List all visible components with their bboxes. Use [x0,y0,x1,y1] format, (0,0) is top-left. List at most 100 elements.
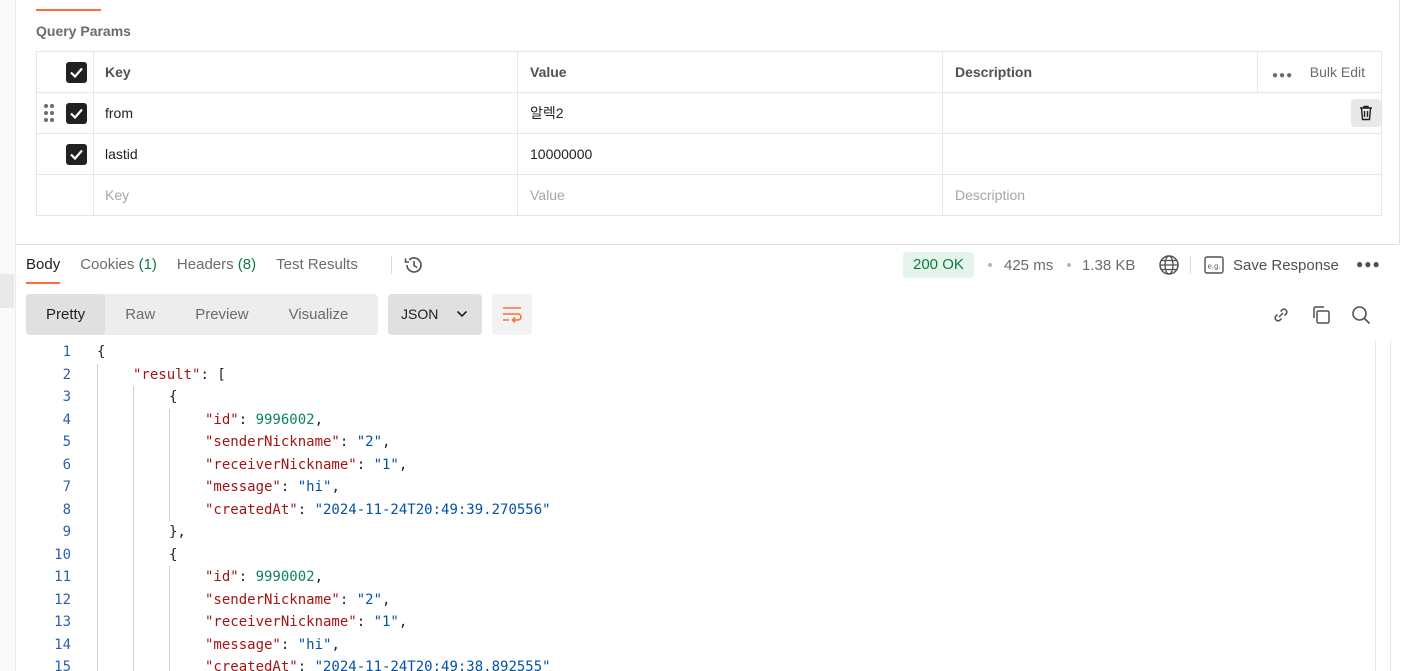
code-line: 13 "receiverNickname": "1", [26,611,551,634]
more-options-icon[interactable]: ●●● [1272,70,1293,81]
indent-guide [97,566,98,589]
code-line: 1{ [26,341,551,364]
link-icon[interactable] [1270,304,1292,326]
history-icon[interactable] [403,254,425,276]
drag-handle-icon[interactable] [44,104,54,123]
code-token: { [169,389,178,405]
response-body-code[interactable]: 1{2 "result": [3{4 "id": 9996002, 5 "senderN… [26,341,551,671]
header-value: Value [517,51,943,93]
code-line: 6 "receiverNickname": "1", [26,453,551,476]
indent-guide [169,656,170,671]
indent-guide [169,633,170,656]
param-check-cell-empty [36,174,94,216]
copy-icon[interactable] [1310,304,1332,326]
view-mode-raw[interactable]: Raw [105,294,175,335]
indent-guide [133,431,134,454]
param-checkbox[interactable] [66,103,87,124]
param-description-input[interactable] [942,133,1382,175]
indent-guide [133,408,134,431]
tab-label: Test Results [276,256,358,273]
code-token: : [280,636,298,653]
new-description-input[interactable]: Description [942,174,1382,216]
code-line: 11 "id": 9990002, [26,566,551,589]
indent-guide [97,633,98,656]
code-token: : [356,456,374,473]
view-mode-pretty[interactable]: Pretty [26,294,106,335]
code-token: "1" [373,456,399,473]
line-number: 8 [62,501,71,518]
globe-icon[interactable] [1158,254,1180,276]
code-token: , [382,434,391,450]
code-token: "receiverNickname" [205,456,357,473]
params-tab-indicator [36,9,101,11]
meta-separator-dot [1067,263,1071,267]
new-key-input[interactable]: Key [93,174,518,216]
section-divider [16,244,1399,245]
indent-guide [133,588,134,611]
param-value-input[interactable]: 알렉2 [517,92,943,134]
indent-guide [169,588,170,611]
response-time[interactable]: 425 ms [1004,257,1053,274]
tab-cookies[interactable]: Cookies (1) [80,256,157,284]
response-tabs: Body Cookies (1) Headers (8) Test Result… [26,256,358,284]
param-check-cell [36,92,94,134]
code-token: { [97,344,106,360]
view-mode-preview[interactable]: Preview [175,294,268,335]
code-token: "2" [356,591,383,608]
line-number: 10 [54,546,71,563]
tab-count: (8) [237,256,257,273]
param-description-input[interactable] [942,92,1382,134]
format-dropdown[interactable]: JSON [388,294,482,335]
code-line: 3{ [26,386,551,409]
tab-body[interactable]: Body [26,256,61,284]
delete-param-button[interactable] [1351,99,1381,127]
indent-guide [169,476,170,499]
response-size[interactable]: 1.38 KB [1082,257,1135,274]
code-line: 2 "result": [ [26,363,551,386]
tab-label: Body [26,256,61,273]
save-response-button[interactable]: Save Response [1233,257,1339,274]
search-icon[interactable] [1350,304,1372,326]
svg-text:e.g.: e.g. [1208,263,1221,271]
code-scrollbar[interactable] [1375,341,1391,671]
code-token: "message" [205,636,281,653]
indent-guide [169,453,170,476]
code-token: }, [169,524,186,540]
indent-guide [133,453,134,476]
view-mode-visualize[interactable]: Visualize [269,294,369,335]
meta-separator [1190,256,1191,274]
chevron-down-icon [456,310,468,318]
tab-headers[interactable]: Headers (8) [177,256,256,284]
code-line: 5 "senderNickname": "2", [26,431,551,454]
indent-guide [169,498,170,521]
query-params-title: Query Params [36,23,131,39]
param-key-input[interactable]: from [93,92,518,134]
indent-guide [133,521,134,544]
code-line: 8 "createdAt": "2024-11-24T20:49:39.27055… [26,498,551,521]
code-token: , [382,591,391,608]
line-number: 11 [54,569,71,585]
wrap-lines-icon [503,307,522,324]
status-badge[interactable]: 200 OK [903,252,974,278]
code-token: : [339,434,357,450]
param-check-cell [36,133,94,175]
code-token: "createdAt" [205,501,298,518]
line-number: 3 [62,389,71,405]
wrap-lines-button[interactable] [492,294,532,335]
indent-guide [97,543,98,566]
code-token: "2" [356,434,383,450]
tab-test-results[interactable]: Test Results [276,256,358,284]
code-token: , [331,636,340,653]
code-token: : [297,659,315,671]
param-new-row: Key Value Description [36,174,1382,216]
param-checkbox[interactable] [66,144,87,165]
bulk-edit-button[interactable]: Bulk Edit [1310,64,1365,80]
view-mode-selector: Pretty Raw Preview Visualize [26,294,378,335]
param-key-input[interactable]: lastid [93,133,518,175]
param-value-input[interactable]: 10000000 [517,133,943,175]
indent-guide [97,363,98,386]
select-all-checkbox[interactable] [66,62,87,83]
code-token: : [339,591,357,608]
new-value-input[interactable]: Value [517,174,943,216]
more-options-icon[interactable]: ●●● [1356,257,1381,271]
